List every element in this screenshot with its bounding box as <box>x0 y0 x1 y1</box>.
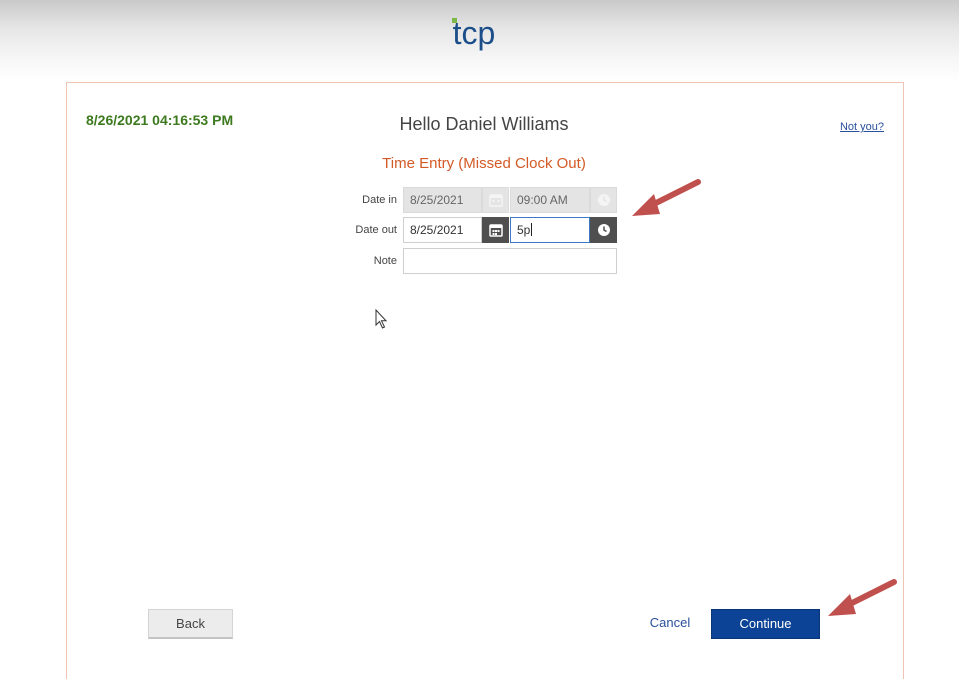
continue-button[interactable]: Continue <box>711 609 820 639</box>
cancel-button[interactable]: Cancel <box>641 615 699 630</box>
time-out-field[interactable]: 5p <box>510 217 590 243</box>
date-out-label: Date out <box>355 224 397 236</box>
arrow-icon <box>632 179 701 216</box>
clock-icon <box>590 187 617 213</box>
clock-icon[interactable] <box>590 217 617 243</box>
mouse-cursor-icon <box>375 309 388 329</box>
time-in-field: 09:00 AM <box>510 187 590 213</box>
date-out-field[interactable]: 8/25/2021 <box>403 217 482 243</box>
calendar-icon <box>482 187 509 213</box>
form-title: Time Entry (Missed Clock Out) <box>382 155 586 172</box>
not-you-link[interactable]: Not you? <box>810 121 884 133</box>
time-out-value: 5p <box>517 223 531 237</box>
greeting-text: Hello Daniel Williams <box>399 114 569 134</box>
text-caret <box>531 223 533 236</box>
tcp-logo: tcp <box>452 15 496 51</box>
current-datetime: 8/26/2021 04:16:53 PM <box>86 112 234 128</box>
arrow-icon <box>828 579 897 616</box>
note-field[interactable] <box>403 248 617 274</box>
header-bar: tcp <box>0 0 959 82</box>
back-button[interactable]: Back <box>148 609 233 639</box>
date-in-field: 8/25/2021 <box>403 187 482 213</box>
svg-text:tcp: tcp <box>453 15 496 51</box>
note-label: Note <box>373 255 397 267</box>
calendar-icon[interactable] <box>482 217 509 243</box>
date-in-label: Date in <box>362 194 397 206</box>
